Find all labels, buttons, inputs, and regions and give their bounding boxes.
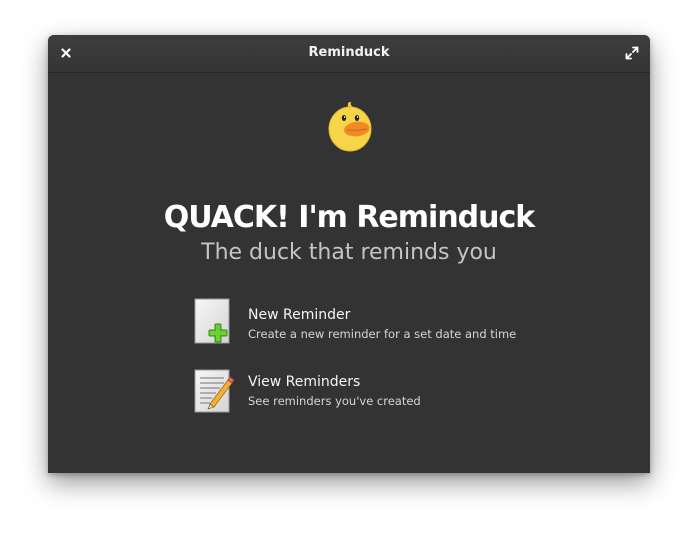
window-title: Reminduck [308,45,390,60]
view-reminders-description: See reminders you've created [248,394,421,408]
view-reminders-button[interactable]: View Reminders See reminders you've crea… [192,368,532,418]
new-reminder-title: New Reminder [248,307,351,323]
maximize-icon[interactable] [624,45,640,61]
welcome-heading: QUACK! I'm Reminduck [163,200,536,235]
new-document-plus-icon [192,298,236,346]
document-edit-icon [192,368,236,416]
welcome-subheading: The duck that reminds you [201,240,497,265]
app-window: Reminduck QUACK! I'm Reminduck The duck … [48,35,650,473]
new-reminder-button[interactable]: New Reminder Create a new reminder for a… [192,298,532,348]
duck-logo-icon [326,99,374,153]
new-reminder-description: Create a new reminder for a set date and… [248,327,517,341]
view-reminders-title: View Reminders [248,374,361,390]
titlebar: Reminduck [48,35,650,73]
